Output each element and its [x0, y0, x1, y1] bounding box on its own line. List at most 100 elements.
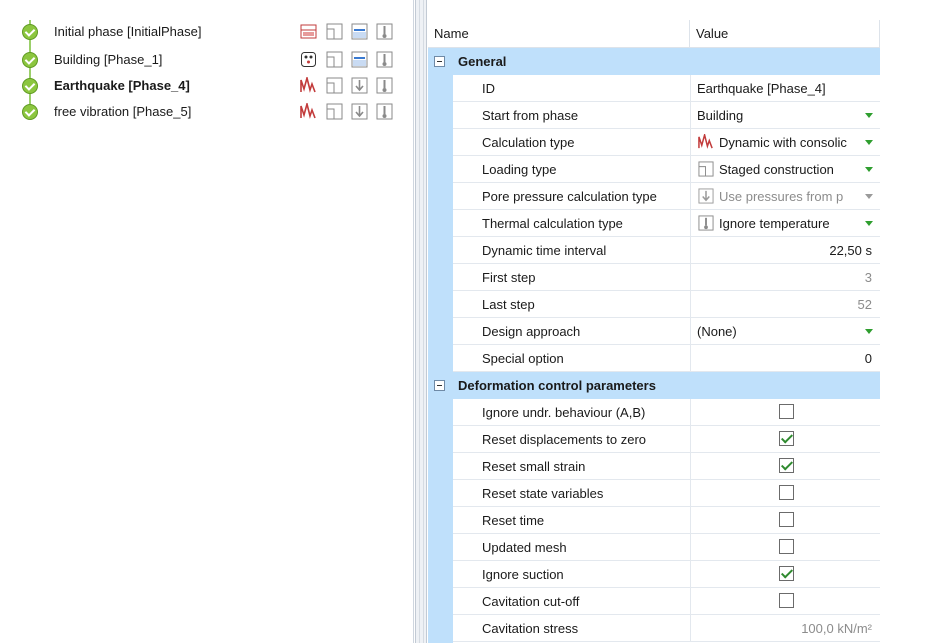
prop-name: ID — [482, 81, 495, 96]
prop-row-cavitation-stress: Cavitation stress 100,0 kN/m² — [453, 615, 880, 642]
prop-name: Special option — [482, 351, 564, 366]
prop-row-reset-displacements: Reset displacements to zero — [453, 426, 880, 453]
category-gutter — [428, 399, 453, 643]
prop-name: Design approach — [482, 324, 581, 339]
chevron-down-icon[interactable] — [865, 167, 873, 172]
prop-name: Pore pressure calculation type — [482, 189, 657, 204]
last-step-field: 52 — [690, 291, 880, 317]
use-previous-pressures-icon — [698, 188, 714, 204]
loading-type-dropdown[interactable]: Staged construction — [690, 156, 880, 182]
dynamic-time-interval-field[interactable]: 22,50 s — [690, 237, 880, 263]
start-from-phase-dropdown[interactable]: Building — [690, 102, 880, 128]
phase-row-earthquake[interactable]: Earthquake [Phase_4] — [0, 74, 414, 98]
ignore-temperature-icon — [376, 103, 393, 120]
prop-row-id: ID Earthquake [Phase_4] — [453, 75, 880, 102]
prop-name: Cavitation stress — [482, 621, 579, 636]
staged-construction-icon — [326, 51, 343, 68]
prop-row-cavitation-cutoff: Cavitation cut-off — [453, 588, 880, 615]
prop-row-loading-type: Loading type Staged construction — [453, 156, 880, 183]
phase-ok-icon — [22, 78, 38, 94]
dynamic-consolidation-icon — [698, 134, 713, 149]
prop-name: Updated mesh — [482, 540, 567, 555]
phreatic-pore-pressure-icon — [351, 23, 368, 40]
phase-ok-icon — [22, 52, 38, 68]
prop-name: Last step — [482, 297, 535, 312]
reset-displacements-checkbox[interactable] — [779, 431, 794, 446]
phase-ok-icon — [22, 104, 38, 120]
phase-label-selected: Earthquake [Phase_4] — [54, 78, 190, 93]
prop-name: Reset time — [482, 513, 545, 528]
ignore-undrained-checkbox[interactable] — [779, 404, 794, 419]
prop-row-special-option: Special option 0 — [453, 345, 880, 372]
chevron-down-icon — [865, 194, 873, 199]
ignore-temperature-icon — [376, 23, 393, 40]
phase-label: free vibration [Phase_5] — [54, 104, 192, 119]
plastic-calculation-icon — [301, 52, 316, 67]
column-header-name[interactable]: Name — [428, 20, 690, 48]
chevron-down-icon[interactable] — [865, 221, 873, 226]
phase-label: Initial phase [InitialPhase] — [54, 24, 202, 39]
phase-row-building[interactable]: Building [Phase_1] — [0, 48, 414, 72]
prop-name: Loading type — [482, 162, 557, 177]
chevron-down-icon[interactable] — [865, 329, 873, 334]
prop-row-reset-state-variables: Reset state variables — [453, 480, 880, 507]
prop-row-design-approach: Design approach (None) — [453, 318, 880, 345]
category-general[interactable]: General — [428, 48, 880, 75]
category-deformation-control[interactable]: Deformation control parameters — [428, 372, 880, 399]
prop-name: Reset small strain — [482, 459, 586, 474]
staged-construction-icon — [326, 103, 343, 120]
reset-state-variables-checkbox[interactable] — [779, 485, 794, 500]
category-label: Deformation control parameters — [458, 378, 656, 393]
phase-properties-grid: Name Value General ID Earthquake [Phase_… — [428, 20, 930, 643]
prop-value-id[interactable]: Earthquake [Phase_4] — [690, 75, 880, 101]
use-previous-pressures-icon — [351, 103, 368, 120]
collapse-icon[interactable] — [434, 380, 445, 391]
collapse-icon[interactable] — [434, 56, 445, 67]
calculation-type-dropdown[interactable]: Dynamic with consolic — [690, 129, 880, 155]
updated-mesh-checkbox[interactable] — [779, 539, 794, 554]
phases-explorer: Initial phase [InitialPhase] Building [P… — [0, 0, 414, 643]
prop-row-last-step: Last step 52 — [453, 291, 880, 318]
prop-name: Cavitation cut-off — [482, 594, 580, 609]
ignore-suction-checkbox[interactable] — [779, 566, 794, 581]
prop-name: Thermal calculation type — [482, 216, 623, 231]
design-approach-dropdown[interactable]: (None) — [690, 318, 880, 344]
dynamic-consolidation-icon — [300, 77, 316, 93]
reset-small-strain-checkbox[interactable] — [779, 458, 794, 473]
special-option-field[interactable]: 0 — [690, 345, 880, 371]
cavitation-cutoff-checkbox[interactable] — [779, 593, 794, 608]
prop-row-pore-pressure-type: Pore pressure calculation type Use press… — [453, 183, 880, 210]
first-step-field: 3 — [690, 264, 880, 290]
prop-row-thermal-type: Thermal calculation type Ignore temperat… — [453, 210, 880, 237]
phase-row-free-vibration[interactable]: free vibration [Phase_5] — [0, 100, 414, 124]
pane-splitter[interactable] — [415, 0, 427, 643]
category-gutter — [428, 75, 453, 372]
category-label: General — [458, 54, 507, 69]
prop-name: Start from phase — [482, 108, 579, 123]
chevron-down-icon[interactable] — [865, 113, 873, 118]
prop-row-ignore-suction: Ignore suction — [453, 561, 880, 588]
prop-name: Calculation type — [482, 135, 575, 150]
cavitation-stress-field: 100,0 kN/m² — [690, 615, 880, 641]
thermal-type-dropdown[interactable]: Ignore temperature — [690, 210, 880, 236]
prop-name: Reset displacements to zero — [482, 432, 647, 447]
prop-row-first-step: First step 3 — [453, 264, 880, 291]
phase-ok-icon — [22, 24, 38, 40]
phase-row-initial[interactable]: Initial phase [InitialPhase] — [0, 20, 414, 44]
prop-row-reset-time: Reset time — [453, 507, 880, 534]
dynamic-consolidation-icon — [300, 103, 316, 119]
prop-row-updated-mesh: Updated mesh — [453, 534, 880, 561]
pore-pressure-type-dropdown[interactable]: Use pressures from p — [690, 183, 880, 209]
prop-row-start-from-phase: Start from phase Building — [453, 102, 880, 129]
column-header-value[interactable]: Value — [690, 20, 880, 48]
phreatic-pore-pressure-icon — [351, 51, 368, 68]
reset-time-checkbox[interactable] — [779, 512, 794, 527]
staged-construction-icon — [326, 77, 343, 94]
prop-name: First step — [482, 270, 536, 285]
phase-label: Building [Phase_1] — [54, 52, 163, 67]
ignore-temperature-icon — [698, 215, 714, 231]
prop-name: Ignore suction — [482, 567, 564, 582]
chevron-down-icon[interactable] — [865, 140, 873, 145]
k0-procedure-icon — [300, 24, 317, 39]
use-previous-pressures-icon — [351, 77, 368, 94]
